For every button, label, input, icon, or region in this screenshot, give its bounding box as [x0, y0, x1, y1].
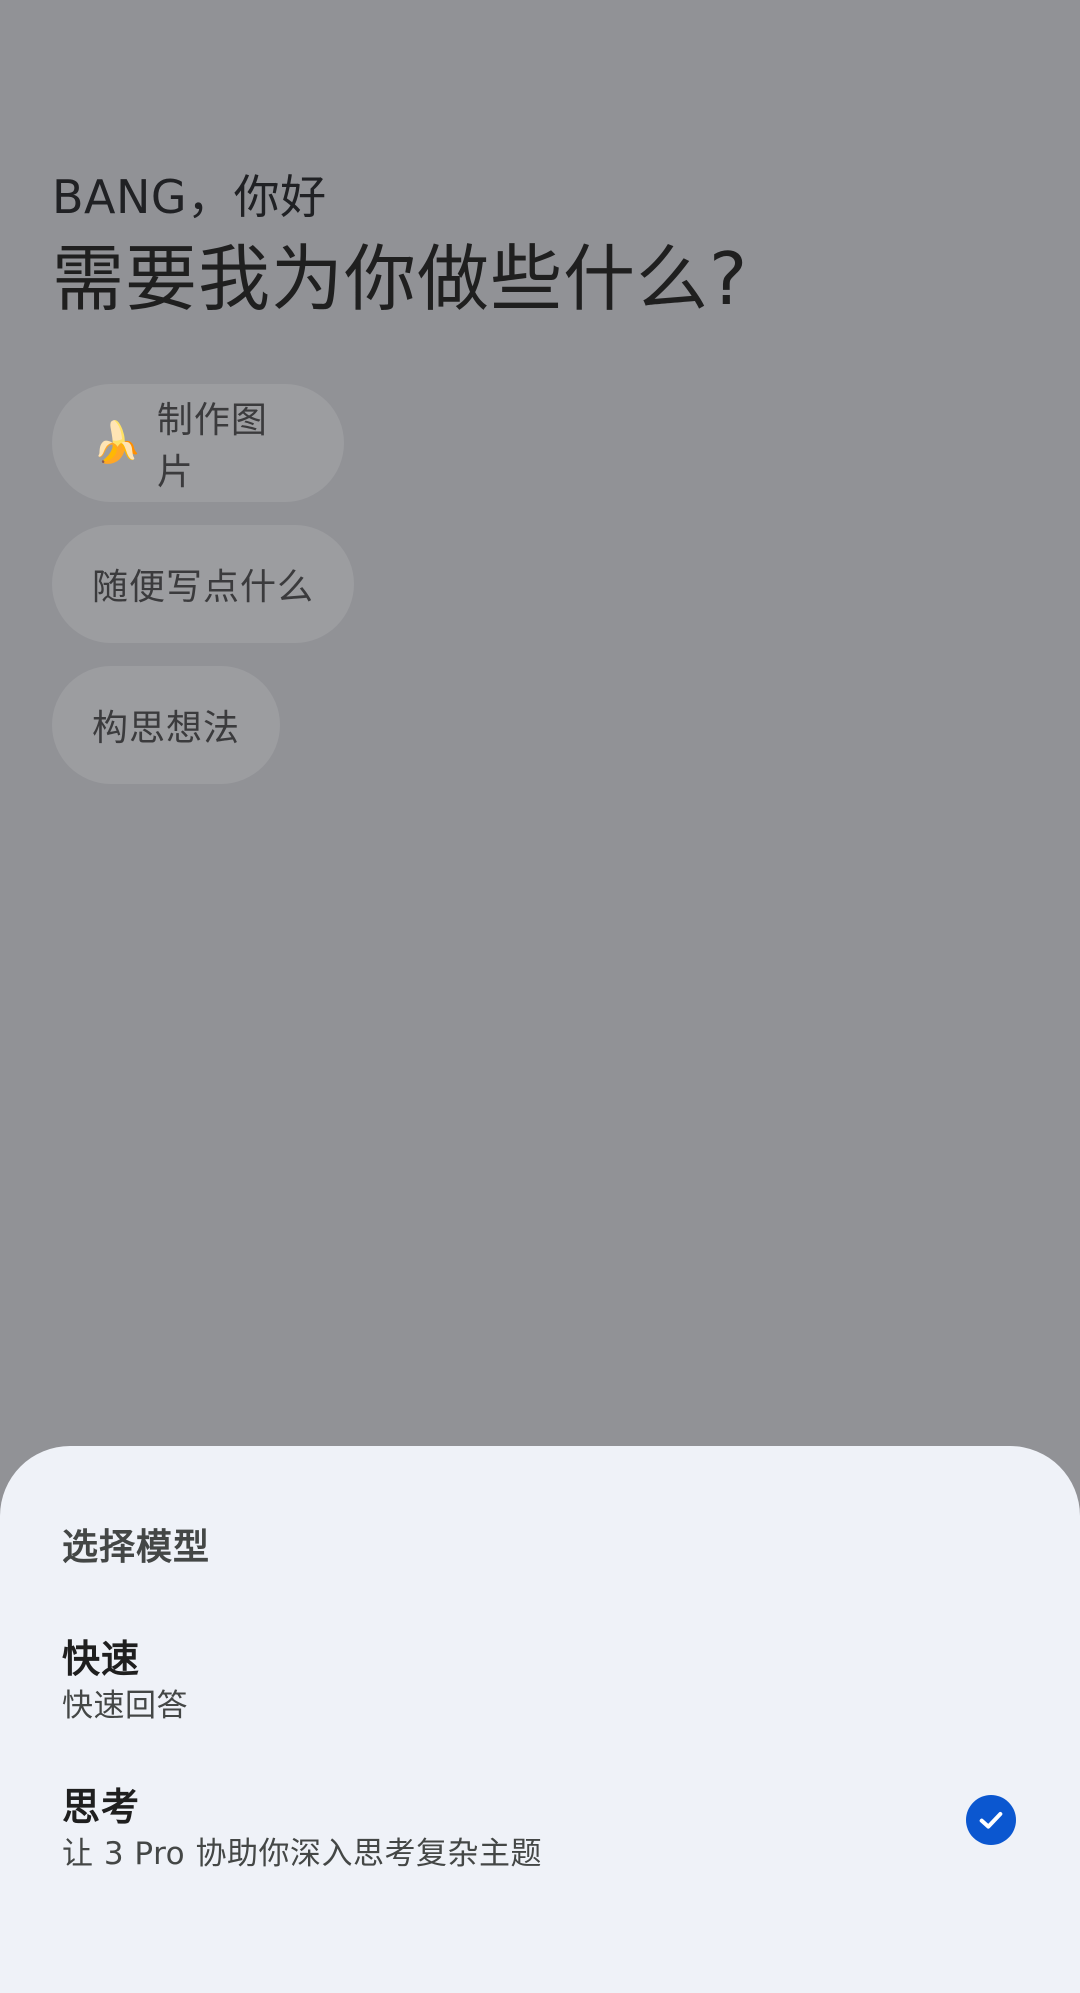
option-title: 思考 [62, 1785, 141, 1829]
option-title: 快速 [62, 1637, 141, 1681]
chip-label: 构思想法 [92, 708, 241, 749]
sheet-title: 选择模型 [62, 1527, 211, 1568]
chip-write-anything[interactable]: 随便写点什么 [52, 525, 354, 643]
option-subtitle: 让 3 Pro 协助你深入思考复杂主题 [62, 1836, 542, 1872]
headline-text: 需要我为你做些什么? [52, 237, 749, 321]
chip-make-image[interactable]: 🍌 制作图片 [52, 384, 344, 502]
check-circle-icon [966, 1795, 1016, 1845]
banana-icon: 🍌 [92, 420, 143, 466]
gemini-home-screen: BANG，你好 需要我为你做些什么? 🍌 制作图片 随便写点什么 构思想法 选择… [0, 0, 1080, 1993]
chip-label: 制作图片 [156, 400, 268, 493]
option-subtitle: 快速回答 [62, 1688, 188, 1724]
greeting-text: BANG，你好 [52, 170, 327, 224]
chip-label: 随便写点什么 [92, 567, 315, 608]
model-picker-sheet: 选择模型 快速 快速回答 思考 让 3 Pro 协助你深入思考复杂主题 [0, 1446, 1080, 1993]
model-option-fast[interactable]: 快速 快速回答 [0, 1624, 1080, 1744]
chip-brainstorm[interactable]: 构思想法 [52, 666, 280, 784]
model-option-thinking[interactable]: 思考 让 3 Pro 协助你深入思考复杂主题 [0, 1772, 1080, 1892]
